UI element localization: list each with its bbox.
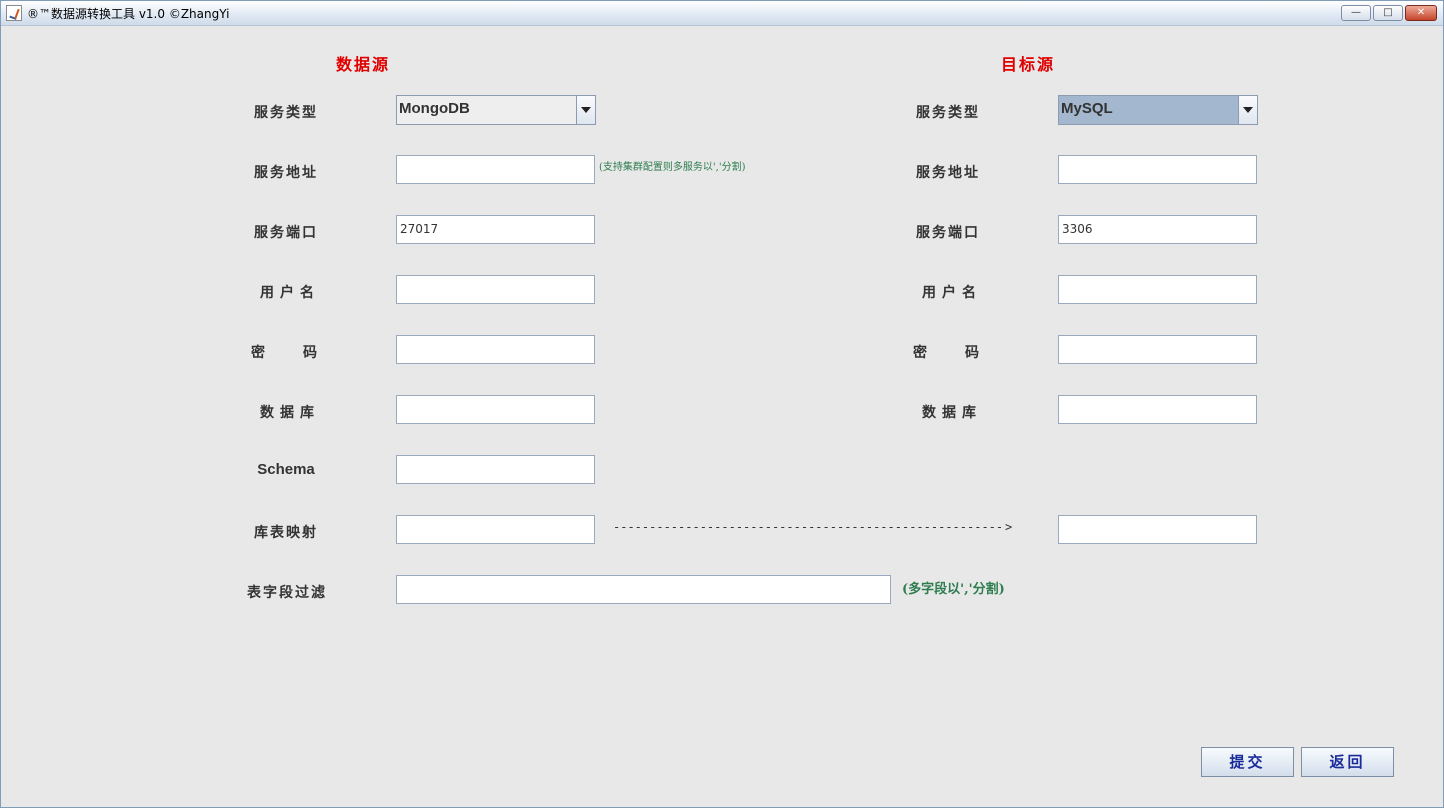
source-service-type-value: MongoDB xyxy=(399,100,470,117)
target-service-port-label: 服务端口 xyxy=(916,225,980,241)
source-table-mapping-input[interactable] xyxy=(396,515,595,544)
field-filter-input[interactable] xyxy=(396,575,891,604)
source-service-address-input[interactable] xyxy=(396,155,595,184)
field-filter-hint: (多字段以','分割) xyxy=(902,582,1005,597)
source-password-input[interactable] xyxy=(396,335,595,364)
chevron-down-icon[interactable] xyxy=(576,96,595,124)
maximize-button[interactable]: □ xyxy=(1373,5,1403,21)
source-service-address-label: 服务地址 xyxy=(254,165,318,181)
source-service-port-label: 服务端口 xyxy=(254,225,318,241)
mapping-arrow-dashes: ----------------------------------------… xyxy=(613,520,1005,534)
close-button[interactable]: ✕ xyxy=(1405,5,1437,21)
source-address-hint: (支持集群配置则多服务以','分割) xyxy=(599,162,746,173)
target-database-input[interactable] xyxy=(1058,395,1257,424)
target-table-mapping-input[interactable] xyxy=(1058,515,1257,544)
minimize-button[interactable]: — xyxy=(1341,5,1371,21)
source-schema-label: Schema xyxy=(257,461,315,478)
chevron-down-icon[interactable] xyxy=(1238,96,1257,124)
title-bar: ®™数据源转换工具 v1.0 ©ZhangYi — □ ✕ xyxy=(1,1,1443,26)
target-service-type-value: MySQL xyxy=(1061,100,1113,117)
target-service-address-input[interactable] xyxy=(1058,155,1257,184)
source-service-type-select[interactable]: MongoDB xyxy=(396,95,596,125)
source-schema-input[interactable] xyxy=(396,455,595,484)
target-service-type-select[interactable]: MySQL xyxy=(1058,95,1258,125)
source-password-label: 密码 xyxy=(251,345,355,361)
field-filter-label: 表字段过滤 xyxy=(247,585,327,601)
target-database-label: 数据库 xyxy=(922,405,982,421)
source-service-port-input[interactable]: 27017 xyxy=(396,215,595,244)
window-title: ®™数据源转换工具 v1.0 ©ZhangYi xyxy=(27,7,230,21)
app-window: ®™数据源转换工具 v1.0 ©ZhangYi — □ ✕ 数据源 服务类型 M… xyxy=(0,0,1444,808)
target-heading: 目标源 xyxy=(1001,55,1056,74)
java-app-icon xyxy=(6,5,22,21)
source-database-input[interactable] xyxy=(396,395,595,424)
back-button[interactable]: 返回 xyxy=(1301,747,1394,777)
source-heading: 数据源 xyxy=(336,55,391,74)
source-database-label: 数据库 xyxy=(260,405,320,421)
source-service-type-label: 服务类型 xyxy=(254,105,318,121)
target-service-address-label: 服务地址 xyxy=(916,165,980,181)
source-username-label: 用户名 xyxy=(260,285,320,301)
target-password-label: 密码 xyxy=(913,345,1017,361)
table-mapping-label: 库表映射 xyxy=(254,525,318,541)
source-username-input[interactable] xyxy=(396,275,595,304)
target-username-label: 用户名 xyxy=(922,285,982,301)
arrow-right-icon: > xyxy=(1005,520,1013,534)
mapping-arrow: ----------------------------------------… xyxy=(613,520,1017,534)
target-password-input[interactable] xyxy=(1058,335,1257,364)
submit-button[interactable]: 提交 xyxy=(1201,747,1294,777)
target-service-type-label: 服务类型 xyxy=(916,105,980,121)
target-username-input[interactable] xyxy=(1058,275,1257,304)
target-service-port-input[interactable]: 3306 xyxy=(1058,215,1257,244)
